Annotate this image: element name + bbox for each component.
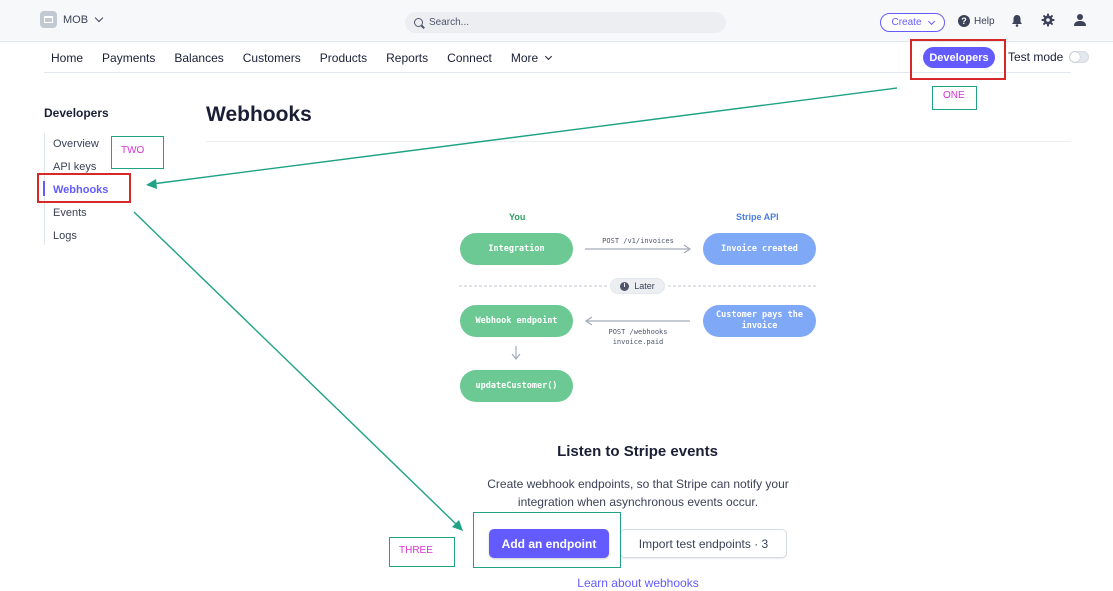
nav-item-payments[interactable]: Payments (102, 51, 155, 65)
annotation-label-two: TWO (121, 145, 145, 156)
search-input[interactable]: Search... (405, 12, 726, 33)
post-webhooks-label: POST /webhooks invoice.paid (588, 327, 688, 347)
update-customer-node: updateCustomer() (460, 370, 573, 402)
listen-title: Listen to Stripe events (557, 443, 718, 460)
help-icon: ? (958, 15, 970, 27)
sidebar-item-logs[interactable]: Logs (53, 229, 108, 252)
help-label: Help (974, 15, 995, 27)
gear-icon[interactable] (1041, 13, 1055, 27)
chevron-down-icon (545, 52, 553, 61)
stripe-api-label: Stripe API (736, 212, 779, 222)
annotation-box-webhooks (37, 173, 131, 203)
search-icon (414, 18, 423, 27)
integration-node: Integration (460, 233, 573, 265)
later-label: Later (634, 281, 655, 291)
annotation-label-one: ONE (943, 90, 965, 101)
create-label: Create (891, 17, 922, 28)
chevron-down-icon (94, 13, 104, 23)
nav-item-connect[interactable]: Connect (447, 51, 492, 65)
search-placeholder: Search... (429, 17, 470, 28)
annotation-box-developers (910, 39, 1006, 80)
later-badge: Later (610, 278, 665, 294)
nav-item-home[interactable]: Home (51, 51, 83, 65)
invoice-created-node: Invoice created (703, 233, 816, 265)
annotation-label-three: THREE (399, 545, 433, 556)
you-label: You (509, 212, 526, 222)
annotation-box-add-endpoint (473, 512, 621, 568)
clock-icon (620, 281, 630, 291)
sidebar-item-overview[interactable]: Overview (53, 137, 108, 160)
sidebar-item-events[interactable]: Events (53, 206, 108, 229)
learn-webhooks-link[interactable]: Learn about webhooks (0, 576, 1113, 590)
help-button[interactable]: ? Help (958, 15, 995, 27)
account-name: MOB (63, 13, 89, 26)
sidebar-title: Developers (44, 106, 109, 120)
nav-item-products[interactable]: Products (320, 51, 367, 65)
more-label: More (510, 51, 539, 65)
post-webhooks-line1: POST /webhooks (608, 328, 668, 336)
import-test-endpoints-button[interactable]: Import test endpoints · 3 (620, 529, 787, 558)
main-nav: Home Payments Balances Customers Product… (51, 51, 570, 65)
create-button[interactable]: Create (880, 13, 945, 32)
customer-pays-node: Customer pays the invoice (703, 305, 816, 337)
nav-item-more[interactable]: More (510, 51, 553, 65)
page-title: Webhooks (206, 103, 312, 126)
test-mode-toggle[interactable]: Test mode (1008, 50, 1090, 64)
test-mode-label: Test mode (1008, 50, 1064, 64)
account-switcher[interactable]: MOB (40, 11, 104, 28)
listen-description: Create webhook endpoints, so that Stripe… (487, 477, 789, 509)
top-bar: MOB Search... Create ? Help (0, 0, 1113, 42)
title-divider (206, 141, 1071, 142)
bell-icon[interactable] (1011, 14, 1023, 27)
store-icon (40, 11, 57, 28)
nav-item-customers[interactable]: Customers (243, 51, 301, 65)
nav-item-balances[interactable]: Balances (174, 51, 223, 65)
nav-item-reports[interactable]: Reports (386, 51, 428, 65)
post-invoices-label: POST /v1/invoices (602, 237, 674, 245)
user-icon[interactable] (1073, 13, 1087, 27)
toggle-switch[interactable] (1069, 51, 1090, 63)
webhook-endpoint-node: Webhook endpoint (460, 305, 573, 337)
post-webhooks-line2: invoice.paid (612, 338, 664, 346)
chevron-down-icon (927, 17, 935, 25)
